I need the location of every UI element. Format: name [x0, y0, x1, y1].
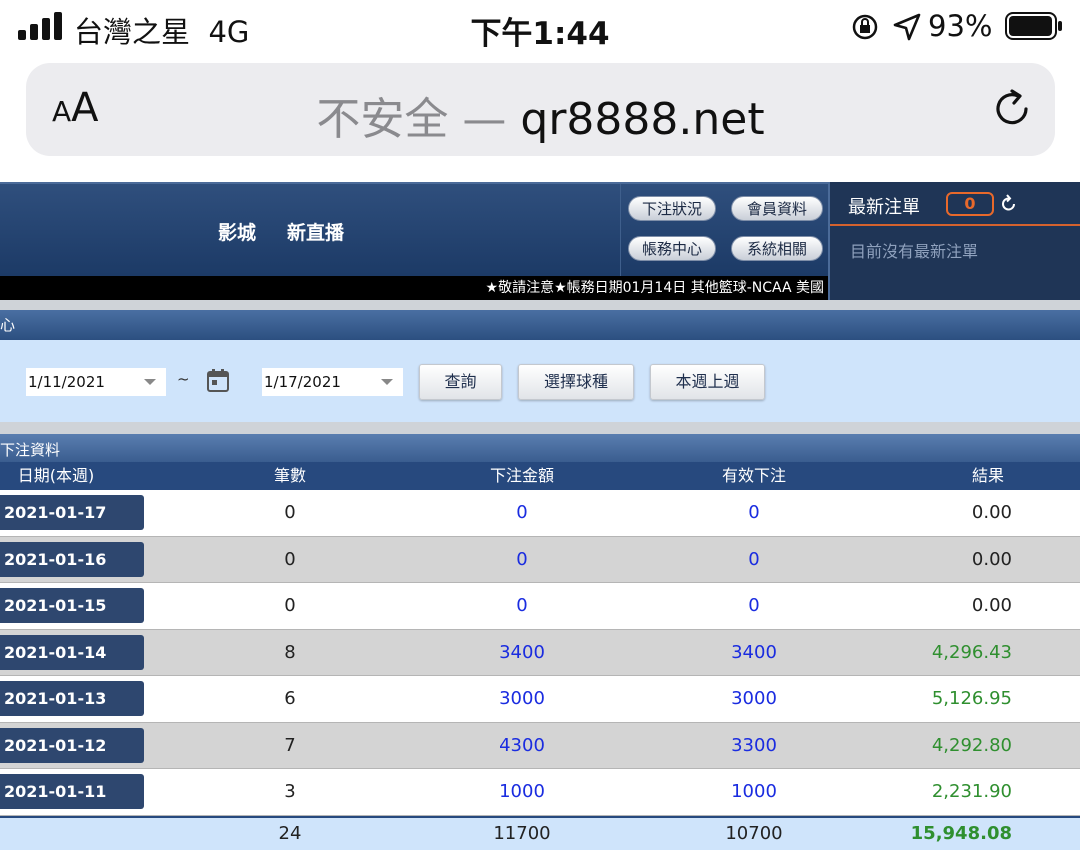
divider	[0, 422, 1080, 434]
chevron-down-icon	[381, 379, 393, 385]
divider	[0, 300, 1080, 310]
header-valid-bet: 有效下注	[721, 466, 786, 485]
total-bet-amount: 11700	[493, 823, 551, 844]
total-valid-bet: 10700	[725, 823, 783, 844]
valid-bet-link[interactable]: 0	[684, 583, 824, 629]
table-row: 2021-01-11 3 1000 1000 2,231.90	[0, 769, 1080, 816]
bet-amount-link[interactable]: 1000	[452, 769, 592, 815]
nav-cinema[interactable]: 影城	[218, 218, 256, 245]
bet-amount-link[interactable]: 3000	[452, 676, 592, 722]
latest-bets-title: 最新注單	[848, 197, 920, 218]
start-date-select[interactable]: 1/11/2021	[26, 368, 166, 396]
date-filter: 1/11/2021 ~ 1/17/2021 查詢 選擇球種 本週上週	[0, 340, 1080, 422]
battery-percent: 93%	[928, 9, 993, 43]
system-button[interactable]: 系統相關	[731, 236, 823, 261]
query-button[interactable]: 查詢	[419, 364, 502, 400]
refresh-icon[interactable]	[1000, 193, 1018, 213]
end-date-select[interactable]: 1/17/2021	[262, 368, 403, 396]
table-row: 2021-01-13 6 3000 3000 5,126.95	[0, 676, 1080, 723]
domain-label: qr8888.net	[520, 94, 765, 145]
date-button[interactable]: 2021-01-15	[0, 588, 144, 623]
header-count: 筆數	[273, 466, 306, 485]
count-cell: 0	[284, 548, 296, 570]
result-cell: 2,231.90	[931, 781, 1012, 802]
table-row: 2021-01-15 0 0 0 0.00	[0, 583, 1080, 630]
this-week-last-week-button[interactable]: 本週上週	[650, 364, 765, 400]
count-cell: 6	[284, 688, 296, 709]
url-display[interactable]: 不安全 — qr8888.net	[26, 83, 1055, 147]
total-count: 24	[278, 823, 302, 844]
result-cell: 0.00	[971, 595, 1012, 616]
total-result: 15,948.08	[910, 823, 1012, 844]
select-sport-button[interactable]: 選擇球種	[518, 364, 634, 400]
bet-amount-link[interactable]: 4300	[452, 723, 592, 769]
latest-bets-panel: 最新注單 0 目前沒有最新注單	[828, 182, 1080, 300]
date-button[interactable]: 2021-01-12	[0, 727, 144, 763]
table-title: 下注資料	[0, 434, 1080, 462]
count-cell: 0	[284, 502, 296, 523]
table-row: 2021-01-14 8 3400 3400 4,296.43	[0, 629, 1080, 676]
total-row: 24 11700 10700 15,948.08	[0, 816, 1080, 850]
date-button[interactable]: 2021-01-17	[0, 495, 144, 530]
date-button[interactable]: 2021-01-11	[0, 774, 144, 809]
header-result: 結果	[971, 466, 1004, 485]
insecure-label: 不安全 —	[316, 94, 507, 145]
table-row: 2021-01-16 0 0 0 0.00	[0, 536, 1080, 583]
count-cell: 3	[284, 781, 296, 802]
nav-new-live[interactable]: 新直播	[287, 218, 344, 245]
divider	[830, 224, 1080, 226]
result-cell: 5,126.95	[931, 688, 1012, 709]
valid-bet-link[interactable]: 3300	[684, 723, 824, 769]
site-header: 影城 新直播 下注狀況 會員資料 帳務中心 系統相關	[0, 182, 828, 278]
header-bet-amount: 下注金額	[489, 466, 554, 485]
date-button[interactable]: 2021-01-13	[0, 681, 144, 716]
valid-bet-link[interactable]: 3000	[684, 676, 824, 722]
header-date: 日期(本週)	[17, 466, 95, 485]
start-date-value: 1/11/2021	[28, 373, 105, 391]
end-date-value: 1/17/2021	[264, 373, 341, 391]
member-info-button[interactable]: 會員資料	[731, 196, 823, 221]
bet-status-button[interactable]: 下注狀況	[628, 196, 716, 221]
table-row: 2021-01-12 7 4300 3300 4,292.80	[0, 722, 1080, 769]
latest-bets-empty: 目前沒有最新注單	[850, 242, 979, 261]
news-ticker: ★敬請注意★帳務日期01月14日 其他籃球-NCAA 美國	[0, 276, 828, 300]
location-icon	[893, 13, 921, 41]
count-cell: 0	[284, 595, 296, 616]
count-cell: 8	[284, 641, 296, 663]
address-bar[interactable]: AA 不安全 — qr8888.net	[26, 63, 1055, 156]
range-separator: ~	[177, 370, 190, 388]
bet-amount-link[interactable]: 3400	[452, 630, 592, 676]
chevron-down-icon	[144, 379, 156, 385]
rotation-lock-icon	[852, 14, 878, 40]
result-cell: 0.00	[971, 502, 1012, 523]
valid-bet-link[interactable]: 0	[684, 490, 824, 536]
section-title: 心	[0, 310, 1080, 340]
date-button[interactable]: 2021-01-16	[0, 541, 144, 577]
battery-icon	[1005, 12, 1062, 40]
result-cell: 4,296.43	[931, 641, 1012, 663]
result-cell: 4,292.80	[931, 734, 1012, 756]
account-center-button[interactable]: 帳務中心	[628, 236, 716, 261]
table-body: 2021-01-17 0 0 0 0.00 2021-01-16 0 0 0 0…	[0, 490, 1080, 816]
header-button-grid: 下注狀況 會員資料 帳務中心 系統相關	[620, 184, 828, 278]
valid-bet-link[interactable]: 1000	[684, 769, 824, 815]
bet-amount-link[interactable]: 0	[452, 583, 592, 629]
bet-amount-link[interactable]: 0	[452, 490, 592, 536]
valid-bet-link[interactable]: 3400	[684, 630, 824, 676]
table-header: 日期(本週) 筆數 下注金額 有效下注 結果	[0, 462, 1080, 490]
table-row: 2021-01-17 0 0 0 0.00	[0, 490, 1080, 537]
date-button[interactable]: 2021-01-14	[0, 634, 144, 670]
calendar-icon[interactable]	[207, 369, 229, 392]
bet-amount-link[interactable]: 0	[452, 537, 592, 583]
result-cell: 0.00	[971, 548, 1012, 570]
status-bar: 台灣之星 4G 下午1:44 93%	[0, 0, 1080, 56]
count-cell: 7	[284, 734, 296, 756]
page-root: 台灣之星 4G 下午1:44 93% AA 不安全 — qr8888.net 影…	[0, 0, 1080, 850]
latest-bets-count: 0	[946, 192, 994, 216]
valid-bet-link[interactable]: 0	[684, 537, 824, 583]
reload-icon[interactable]	[988, 85, 1036, 133]
